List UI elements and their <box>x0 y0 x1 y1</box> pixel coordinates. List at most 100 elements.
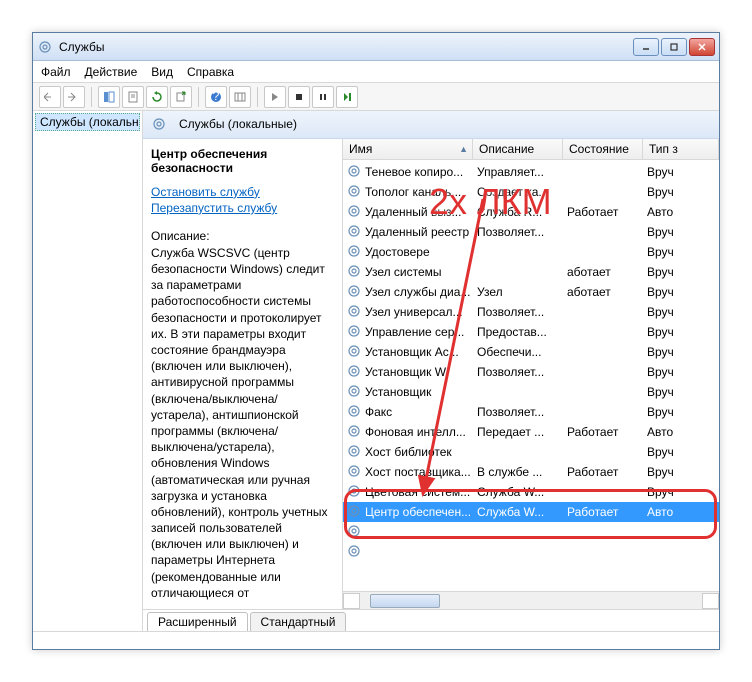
cell-state: аботает <box>567 285 647 299</box>
col-startup-type[interactable]: Тип з <box>643 139 719 159</box>
services-icon <box>151 116 167 132</box>
refresh-button[interactable] <box>146 86 168 108</box>
show-hide-tree-button[interactable] <box>98 86 120 108</box>
stop-service-link[interactable]: Остановить службу <box>151 185 334 199</box>
cell-name: Удостовере <box>365 245 477 259</box>
service-row[interactable]: Установщик Вруч <box>343 382 719 402</box>
gear-icon <box>347 284 363 300</box>
cell-desc: Служба W... <box>477 505 567 519</box>
restart-service-button[interactable] <box>336 86 358 108</box>
menu-help[interactable]: Справка <box>187 65 234 79</box>
cell-type: Вруч <box>647 385 719 399</box>
svg-text:?: ? <box>213 91 220 103</box>
cell-type: Вруч <box>647 345 719 359</box>
detail-title: Центр обеспечения безопасности <box>151 147 334 175</box>
start-service-button[interactable] <box>264 86 286 108</box>
service-row[interactable]: Установщик WПозволяет...Вруч <box>343 362 719 382</box>
gear-icon <box>347 164 363 180</box>
col-state[interactable]: Состояние <box>563 139 643 159</box>
service-row[interactable] <box>343 522 719 542</box>
cell-name: Удаленный реестр <box>365 225 477 239</box>
gear-icon <box>347 544 363 560</box>
restart-service-link[interactable]: Перезапустить службу <box>151 201 334 215</box>
tree-root-item[interactable]: Службы (локальн <box>35 113 140 131</box>
scroll-right-button[interactable] <box>702 593 719 609</box>
columns-button[interactable] <box>229 86 251 108</box>
minimize-button[interactable] <box>633 38 659 56</box>
col-name[interactable]: Имя▲ <box>343 139 473 159</box>
cell-desc: Создает ка... <box>477 185 567 199</box>
scroll-left-button[interactable] <box>343 593 360 609</box>
service-row[interactable]: Установщик Ac...Обеспечи...Вруч <box>343 342 719 362</box>
gear-icon <box>347 184 363 200</box>
scroll-thumb[interactable] <box>370 594 440 608</box>
service-row[interactable] <box>343 542 719 562</box>
cell-state: Работает <box>567 425 647 439</box>
maximize-button[interactable] <box>661 38 687 56</box>
service-row[interactable]: Цветовая систем...Служба W...Вруч <box>343 482 719 502</box>
service-row[interactable]: Фоновая интелл...Передает ...РаботаетАвт… <box>343 422 719 442</box>
cell-type: Вруч <box>647 265 719 279</box>
service-row[interactable]: Тополог каналь...Создает ка...Вруч <box>343 182 719 202</box>
list-header: Имя▲ Описание Состояние Тип з <box>343 139 719 160</box>
service-row[interactable]: Хост поставщика...В службе ...РаботаетВр… <box>343 462 719 482</box>
service-row[interactable]: Удаленный реестрПозволяет...Вруч <box>343 222 719 242</box>
cell-type: Вруч <box>647 405 719 419</box>
nav-back-button[interactable] <box>39 86 61 108</box>
tree-pane[interactable]: Службы (локальн <box>33 111 143 631</box>
cell-state: Работает <box>567 205 647 219</box>
gear-icon <box>347 384 363 400</box>
main-pane: Службы (локальные) Центр обеспечения без… <box>143 111 719 631</box>
service-row[interactable]: Узел универсал...Позволяет...Вруч <box>343 302 719 322</box>
gear-icon <box>347 304 363 320</box>
service-row[interactable]: Удаленный выз...Служба R...РаботаетАвто <box>343 202 719 222</box>
view-tabs: Расширенный Стандартный <box>143 609 719 631</box>
service-row[interactable]: Теневое копиро...Управляет...Вруч <box>343 162 719 182</box>
gear-icon <box>347 364 363 380</box>
service-row[interactable]: Центр обеспечен...Служба W...РаботаетАвт… <box>343 502 719 522</box>
gear-icon <box>347 324 363 340</box>
cell-state: Работает <box>567 505 647 519</box>
titlebar[interactable]: Службы <box>33 33 719 61</box>
menu-file[interactable]: Файл <box>41 65 71 79</box>
tab-extended[interactable]: Расширенный <box>147 612 248 631</box>
cell-name: Узел универсал... <box>365 305 477 319</box>
service-row[interactable]: Удостовере Вруч <box>343 242 719 262</box>
cell-type: Вруч <box>647 365 719 379</box>
service-row[interactable]: Узел системыаботаетВруч <box>343 262 719 282</box>
list-rows[interactable]: Теневое копиро...Управляет...ВручТополог… <box>343 160 719 591</box>
cell-type: Вруч <box>647 325 719 339</box>
scroll-track[interactable] <box>360 593 702 609</box>
col-description[interactable]: Описание <box>473 139 563 159</box>
cell-type: Вруч <box>647 245 719 259</box>
service-row[interactable]: Управление сер...Предостав...Вруч <box>343 322 719 342</box>
toolbar-sep <box>198 87 199 107</box>
hscrollbar[interactable] <box>343 591 719 609</box>
service-row[interactable]: Узел службы диа...УзелаботаетВруч <box>343 282 719 302</box>
cell-type: Вруч <box>647 305 719 319</box>
menu-action[interactable]: Действие <box>85 65 138 79</box>
tab-standard[interactable]: Стандартный <box>250 612 347 631</box>
cell-desc: Позволяет... <box>477 225 567 239</box>
nav-forward-button[interactable] <box>63 86 85 108</box>
properties-button[interactable] <box>122 86 144 108</box>
help-button[interactable]: ? <box>205 86 227 108</box>
cell-name: Установщик <box>365 385 477 399</box>
export-button[interactable] <box>170 86 192 108</box>
close-button[interactable] <box>689 38 715 56</box>
cell-state: аботает <box>567 265 647 279</box>
statusbar <box>33 631 719 649</box>
cell-name: Установщик Ac... <box>365 345 477 359</box>
service-row[interactable]: ФаксПозволяет...Вруч <box>343 402 719 422</box>
cell-type: Авто <box>647 425 719 439</box>
service-row[interactable]: Хост библиотекВруч <box>343 442 719 462</box>
detail-pane: Центр обеспечения безопасности Остановит… <box>143 139 343 609</box>
menu-view[interactable]: Вид <box>151 65 173 79</box>
cell-name: Хост поставщика... <box>365 465 477 479</box>
cell-type: Вруч <box>647 445 719 459</box>
stop-service-button[interactable] <box>288 86 310 108</box>
pause-service-button[interactable] <box>312 86 334 108</box>
gear-icon <box>347 244 363 260</box>
gear-icon <box>347 524 363 540</box>
cell-name: Фоновая интелл... <box>365 425 477 439</box>
